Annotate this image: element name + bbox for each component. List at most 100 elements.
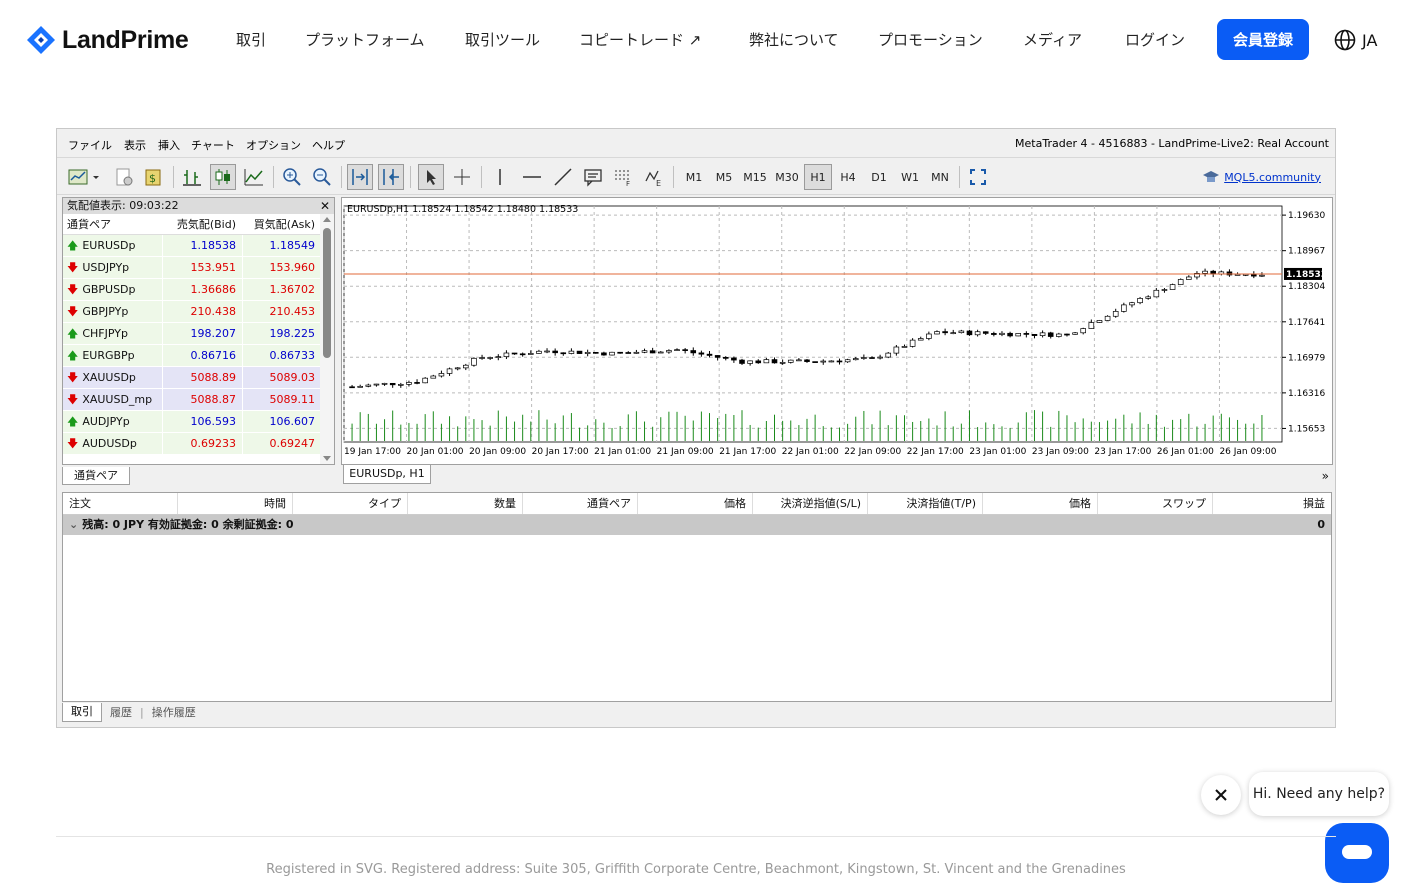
candle-body (1096, 320, 1103, 323)
timeframe-m15[interactable]: M15 (740, 164, 770, 190)
vertical-line-icon[interactable] (487, 164, 513, 190)
market-watch-row[interactable]: 🡇 XAUUSD_mp 5088.87 5089.11 (63, 389, 334, 411)
y-tick-label: 1.15653 (1288, 424, 1325, 434)
chart-tab[interactable]: EURUSDp, H1 (343, 465, 431, 484)
nav-link-promotion[interactable]: プロモーション (878, 29, 983, 50)
col-bid[interactable]: 売気配(Bid) (163, 214, 243, 234)
bar-chart-icon[interactable] (179, 164, 205, 190)
nav-link-copytrade[interactable]: コピートレード ↗ (579, 29, 701, 50)
profiles-icon[interactable] (111, 164, 137, 190)
timeframe-m1[interactable]: M1 (680, 164, 708, 190)
market-watch-row[interactable]: 🡇 AUDUSDp 0.69233 0.69247 (63, 433, 334, 455)
menu-view[interactable]: 表示 (124, 137, 146, 153)
mql5-community-link[interactable]: MQL5.community (1202, 170, 1321, 184)
zoom-out-icon[interactable] (309, 164, 335, 190)
nav-link-media[interactable]: メディア (1023, 29, 1082, 50)
terminal-col-header[interactable]: 通貨ペア (523, 493, 638, 514)
market-watch-tab[interactable]: 通貨ペア (62, 467, 130, 485)
menu-file[interactable]: ファイル (68, 137, 112, 153)
market-watch-row[interactable]: 🡅 EURGBPp 0.86716 0.86733 (63, 345, 334, 367)
menu-insert[interactable]: 挿入 (158, 137, 180, 153)
menu-chart[interactable]: チャート (191, 137, 235, 153)
logo[interactable]: LandPrime (26, 24, 189, 56)
chart-shift-icon[interactable] (378, 164, 404, 190)
price-chart[interactable]: 1.19630 1.18967 1.18304 1.17641 1.16979 1.163… (342, 198, 1332, 464)
market-watch-row[interactable]: 🡅 CHFJPYp 198.207 198.225 (63, 323, 334, 345)
menu-options[interactable]: オプション (246, 137, 301, 153)
chat-greeting[interactable]: Hi. Need any help? (1249, 772, 1389, 816)
symbol-name: AUDJPYp (82, 414, 130, 428)
timeframe-m30[interactable]: M30 (772, 164, 802, 190)
candle-body (454, 367, 461, 370)
arrow-down-icon: 🡇 (67, 260, 79, 274)
terminal-col-header[interactable]: スワップ (1098, 493, 1213, 514)
market-watch-row[interactable]: 🡇 USDJPYp 153.951 153.960 (63, 257, 334, 279)
candlestick-chart-icon[interactable] (210, 164, 236, 190)
nav-link-tools[interactable]: 取引ツール (465, 29, 540, 50)
candle-body (722, 357, 729, 359)
line-chart-icon[interactable] (241, 164, 267, 190)
nav-link-about[interactable]: 弊社について (749, 29, 839, 50)
terminal-col-header[interactable]: 決済指値(T/P) (868, 493, 983, 514)
col-ask[interactable]: 買気配(Ask) (243, 214, 321, 234)
market-watch-header: 気配値表示: 09:03:22 ✕ (63, 198, 334, 214)
nav-link-login[interactable]: ログイン (1125, 29, 1185, 50)
chart-window[interactable]: 1.19630 1.18967 1.18304 1.17641 1.16979 1.163… (341, 197, 1333, 465)
terminal-col-header[interactable]: 時間 (178, 493, 293, 514)
candle-body (463, 364, 469, 369)
chat-close-button[interactable] (1201, 775, 1241, 815)
language-selector[interactable]: JA (1334, 29, 1377, 51)
terminal-col-header[interactable]: 数量 (408, 493, 523, 514)
auto-scroll-icon[interactable] (347, 164, 373, 190)
y-tick-label: 1.19630 (1288, 211, 1325, 221)
new-chart-icon[interactable] (65, 164, 103, 190)
fibonacci-icon[interactable]: F (610, 164, 636, 190)
text-label-icon[interactable] (580, 164, 606, 190)
market-watch-row[interactable]: 🡇 GBPUSDp 1.36686 1.36702 (63, 279, 334, 301)
timeframe-w1[interactable]: W1 (896, 164, 924, 190)
horizontal-line-icon[interactable] (519, 164, 545, 190)
chart-tabs-more-icon[interactable]: » (1322, 469, 1329, 483)
tab-trade[interactable]: 取引 (62, 702, 102, 722)
timeframe-d1[interactable]: D1 (865, 164, 893, 190)
market-watch-row[interactable]: 🡇 XAUUSDp 5088.89 5089.03 (63, 367, 334, 389)
fullscreen-icon[interactable] (965, 164, 991, 190)
nav-link-trading[interactable]: 取引 (236, 29, 266, 50)
col-symbol[interactable]: 通貨ペア (63, 214, 163, 234)
candle-body (641, 350, 648, 353)
market-watch-scrollbar[interactable] (320, 214, 334, 464)
cursor-icon[interactable] (418, 164, 444, 190)
candle-body (982, 331, 989, 334)
terminal-col-header[interactable]: 価格 (638, 493, 753, 514)
terminal-col-header[interactable]: 注文 (63, 493, 178, 514)
terminal-col-header[interactable]: 損益 (1213, 493, 1331, 514)
market-watch-row[interactable]: 🡅 EURUSDp 1.18538 1.18549 (63, 235, 334, 257)
close-icon[interactable]: ✕ (320, 198, 330, 214)
candle-body (552, 350, 558, 354)
timeframe-h1[interactable]: H1 (804, 164, 832, 190)
timeframe-m5[interactable]: M5 (710, 164, 738, 190)
tab-history[interactable]: 履歴 (102, 704, 140, 720)
market-watch-icon[interactable]: $ (141, 164, 167, 190)
tab-journal[interactable]: 操作履歴 (144, 704, 204, 720)
candle-body (901, 346, 908, 348)
indicators-icon[interactable]: E (641, 164, 667, 190)
zoom-in-icon[interactable] (279, 164, 305, 190)
candle-body (398, 384, 404, 386)
candle-body (999, 332, 1005, 335)
terminal-col-header[interactable]: タイプ (293, 493, 408, 514)
collapse-icon[interactable]: ⌄ (69, 518, 78, 531)
crosshair-icon[interactable] (449, 164, 475, 190)
terminal-columns: 注文 時間 タイプ 数量 通貨ペア 価格 決済逆指値(S/L) 決済指値(T/P) 価格 スワップ… (63, 493, 1331, 515)
market-watch-row[interactable]: 🡅 AUDJPYp 106.593 106.607 (63, 411, 334, 433)
terminal-col-header[interactable]: 決済逆指値(S/L) (753, 493, 868, 514)
timeframe-h4[interactable]: H4 (834, 164, 862, 190)
market-watch-row[interactable]: 🡇 GBPJPYp 210.438 210.453 (63, 301, 334, 323)
nav-link-platform[interactable]: プラットフォーム (305, 29, 425, 50)
bid-cell: 198.207 (163, 323, 243, 344)
timeframe-mn[interactable]: MN (926, 164, 954, 190)
menu-help[interactable]: ヘルプ (312, 137, 345, 153)
register-button[interactable]: 会員登録 (1217, 19, 1309, 60)
terminal-col-header[interactable]: 価格 (983, 493, 1098, 514)
trendline-icon[interactable] (550, 164, 576, 190)
